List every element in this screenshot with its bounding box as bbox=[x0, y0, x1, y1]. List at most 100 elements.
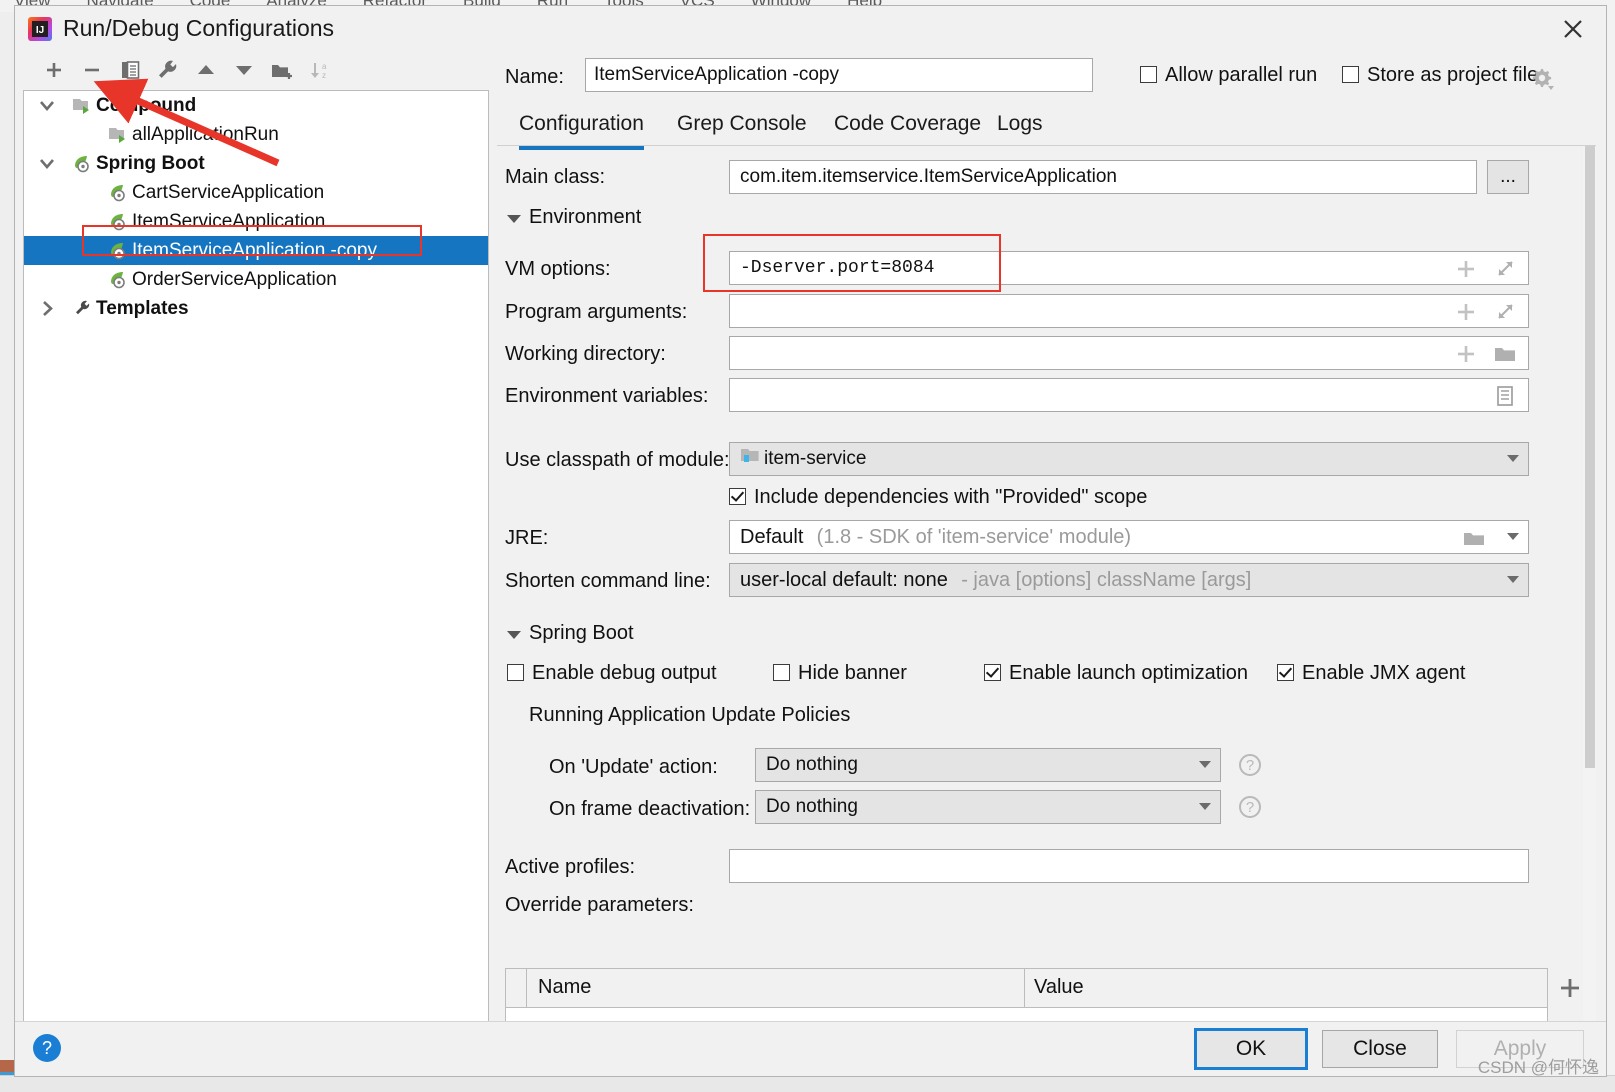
intellij-idea-icon: IJ bbox=[27, 16, 53, 42]
configuration-form: Main class: ... Environment VM options: bbox=[497, 146, 1596, 1022]
use-classpath-module-dropdown[interactable]: item-service bbox=[729, 442, 1529, 476]
new-folder-button[interactable] bbox=[267, 56, 297, 84]
tree-item-itemserviceapplication-copy[interactable]: ItemServiceApplication -copy bbox=[24, 236, 488, 265]
configurations-tree[interactable]: Compound allApplicationRun Spring Boot Cart… bbox=[23, 90, 489, 1022]
configurations-panel: a z Compound allApplicationRun Spring Boot… bbox=[23, 52, 489, 1022]
on-frame-deactivation-help-icon[interactable]: ? bbox=[1239, 796, 1261, 818]
vm-options-add-icon[interactable] bbox=[1455, 258, 1477, 285]
shorten-command-line-dropdown[interactable]: user-local default: none - java [options… bbox=[729, 563, 1529, 597]
tree-item-cartserviceapplication[interactable]: CartServiceApplication bbox=[24, 178, 488, 207]
name-label: Name: bbox=[505, 66, 564, 88]
on-update-action-dropdown[interactable]: Do nothing bbox=[755, 748, 1221, 782]
include-provided-scope-checkbox[interactable]: Include dependencies with "Provided" sco… bbox=[729, 486, 1147, 509]
tree-item-label: ItemServiceApplication bbox=[132, 211, 326, 232]
params-add-button[interactable] bbox=[1554, 972, 1586, 1004]
program-arguments-add-icon[interactable] bbox=[1455, 301, 1477, 328]
main-class-label: Main class: bbox=[505, 166, 606, 188]
copy-configuration-button[interactable] bbox=[115, 56, 145, 84]
on-frame-deactivation-value: Do nothing bbox=[766, 796, 858, 817]
working-directory-input[interactable] bbox=[729, 336, 1529, 370]
name-row: Name: Allow parallel run Store as projec… bbox=[497, 58, 1596, 96]
spring-boot-icon bbox=[108, 183, 128, 203]
store-as-project-file-checkbox-box bbox=[1342, 66, 1359, 83]
tab-grep-console[interactable]: Grep Console bbox=[677, 106, 807, 146]
configuration-editor-panel: Name: Allow parallel run Store as projec… bbox=[497, 52, 1596, 1022]
tree-item-templates[interactable]: Templates bbox=[24, 294, 488, 323]
params-column-name: Name bbox=[538, 976, 592, 998]
move-down-button[interactable] bbox=[229, 56, 259, 84]
help-icon[interactable]: ? bbox=[33, 1034, 61, 1062]
chevron-down-icon[interactable] bbox=[36, 91, 58, 120]
tree-item-compound[interactable]: Compound bbox=[24, 91, 488, 120]
active-profiles-label: Active profiles: bbox=[505, 856, 636, 878]
main-class-browse-button[interactable]: ... bbox=[1487, 160, 1529, 194]
compound-folder-icon bbox=[108, 125, 128, 145]
move-up-button[interactable] bbox=[191, 56, 221, 84]
edit-templates-wrench-icon[interactable] bbox=[153, 56, 183, 84]
sort-az-icon[interactable]: a z bbox=[305, 56, 335, 84]
tree-item-spring-boot[interactable]: Spring Boot bbox=[24, 149, 488, 178]
working-directory-add-icon[interactable] bbox=[1455, 343, 1477, 370]
hide-banner-checkbox[interactable]: Hide banner bbox=[773, 662, 907, 685]
jre-dropdown[interactable]: Default (1.8 - SDK of 'item-service' mod… bbox=[729, 520, 1529, 554]
environment-collapse-caret[interactable] bbox=[507, 215, 521, 223]
include-provided-scope-checkbox-box bbox=[729, 488, 746, 505]
chevron-right-icon[interactable] bbox=[36, 294, 58, 323]
tree-item-label: CartServiceApplication bbox=[132, 182, 325, 203]
tab-configuration[interactable]: Configuration bbox=[519, 106, 644, 150]
environment-variables-input[interactable] bbox=[729, 378, 1529, 412]
on-update-action-value: Do nothing bbox=[766, 754, 858, 775]
close-icon[interactable] bbox=[1558, 14, 1588, 44]
params-column-value: Value bbox=[1034, 976, 1084, 998]
override-parameters-table[interactable]: Name Value No parameters added. bbox=[505, 968, 1548, 1022]
dialog-button-bar: ? OK Close Apply bbox=[15, 1021, 1606, 1076]
spring-boot-collapse-caret[interactable] bbox=[507, 631, 521, 639]
tree-item-label: OrderServiceApplication bbox=[132, 269, 337, 290]
hide-banner-checkbox-box bbox=[773, 664, 790, 681]
store-as-project-file-label: Store as project file bbox=[1367, 64, 1539, 86]
enable-debug-output-checkbox-box bbox=[507, 664, 524, 681]
working-directory-browse-folder-icon[interactable] bbox=[1493, 343, 1517, 370]
remove-configuration-button[interactable] bbox=[77, 56, 107, 84]
ide-left-strip bbox=[0, 12, 15, 1074]
enable-debug-output-checkbox[interactable]: Enable debug output bbox=[507, 662, 717, 685]
tree-item-allapplicationrun[interactable]: allApplicationRun bbox=[24, 120, 488, 149]
enable-launch-optimization-checkbox[interactable]: Enable launch optimization bbox=[984, 662, 1248, 685]
program-arguments-expand-icon[interactable] bbox=[1495, 301, 1517, 328]
store-as-project-file-checkbox[interactable]: Store as project file bbox=[1342, 64, 1538, 87]
add-configuration-button[interactable] bbox=[39, 56, 69, 84]
shorten-command-line-value: user-local default: none bbox=[740, 569, 948, 591]
on-update-action-help-icon[interactable]: ? bbox=[1239, 754, 1261, 776]
name-input[interactable] bbox=[585, 58, 1093, 92]
ide-status-bar bbox=[0, 1075, 1615, 1092]
jre-browse-folder-icon[interactable] bbox=[1462, 528, 1486, 553]
tree-item-itemserviceapplication[interactable]: ItemServiceApplication bbox=[24, 207, 488, 236]
spring-boot-icon bbox=[72, 154, 92, 174]
allow-parallel-run-checkbox[interactable]: Allow parallel run bbox=[1140, 64, 1317, 87]
on-frame-deactivation-dropdown[interactable]: Do nothing bbox=[755, 790, 1221, 824]
enable-jmx-agent-checkbox[interactable]: Enable JMX agent bbox=[1277, 662, 1465, 685]
vm-options-expand-icon[interactable] bbox=[1495, 258, 1517, 285]
spring-boot-icon bbox=[108, 270, 128, 290]
gear-icon[interactable] bbox=[1529, 66, 1555, 92]
tree-item-orderserviceapplication[interactable]: OrderServiceApplication bbox=[24, 265, 488, 294]
ide-right-strip bbox=[1607, 12, 1615, 1074]
vm-options-input[interactable] bbox=[729, 251, 1529, 285]
chevron-down-icon[interactable] bbox=[36, 149, 58, 178]
close-button[interactable]: Close bbox=[1322, 1030, 1438, 1068]
program-arguments-input[interactable] bbox=[729, 294, 1529, 328]
update-policies-section-header: Running Application Update Policies bbox=[517, 704, 1296, 728]
override-parameters-label: Override parameters: bbox=[505, 894, 694, 916]
spring-boot-section-header: Spring Boot bbox=[505, 622, 1578, 646]
tab-logs[interactable]: Logs bbox=[997, 106, 1043, 146]
program-arguments-label: Program arguments: bbox=[505, 301, 688, 323]
tab-code-coverage[interactable]: Code Coverage bbox=[834, 106, 981, 146]
form-scrollbar-thumb[interactable] bbox=[1585, 146, 1595, 768]
environment-variables-edit-icon[interactable] bbox=[1495, 385, 1515, 412]
ok-button[interactable]: OK bbox=[1194, 1028, 1308, 1070]
form-scrollbar[interactable] bbox=[1583, 146, 1596, 1022]
params-header-divider bbox=[1024, 969, 1025, 1007]
main-class-input[interactable] bbox=[729, 160, 1477, 194]
active-profiles-input[interactable] bbox=[729, 849, 1529, 883]
use-classpath-label: Use classpath of module: bbox=[505, 449, 730, 471]
